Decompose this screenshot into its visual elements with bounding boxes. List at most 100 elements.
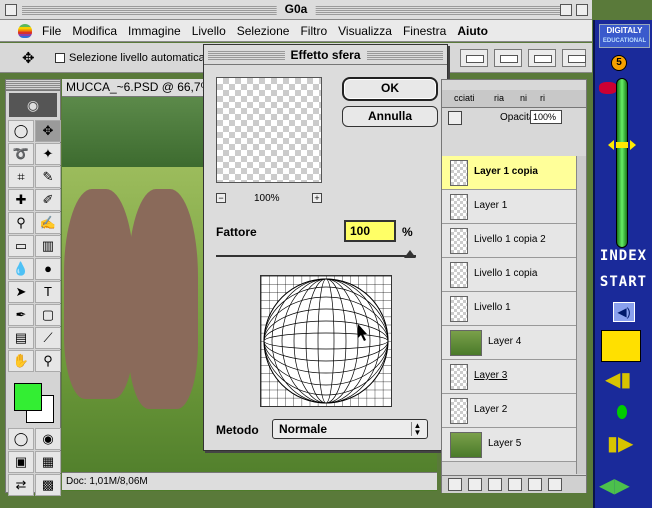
align-top-button[interactable]	[460, 49, 488, 67]
toolbox-header[interactable]	[6, 80, 60, 91]
new-layer-icon[interactable]	[528, 478, 542, 491]
start-button[interactable]: START	[595, 274, 652, 290]
tab-canali[interactable]: ri	[540, 93, 545, 103]
color-swatch-button[interactable]	[601, 330, 641, 362]
eraser-tool-icon[interactable]: ▭	[8, 235, 34, 257]
spherize-grid-svg	[261, 276, 391, 406]
crop-tool-icon[interactable]: ⌗	[8, 166, 34, 188]
layer-row[interactable]: Layer 3	[442, 360, 576, 394]
layer-row[interactable]: Layer 4	[442, 326, 576, 360]
layer-row[interactable]: Livello 1 copia	[442, 258, 576, 292]
marquee-tool-icon[interactable]: ◯	[8, 120, 34, 142]
factor-slider-thumb[interactable]	[404, 250, 416, 258]
history-brush-icon[interactable]: ✍	[35, 212, 61, 234]
zoom-in-button[interactable]: +	[312, 193, 322, 203]
notes-tool-icon[interactable]: ▤	[8, 327, 34, 349]
menu-file[interactable]: File	[42, 24, 61, 38]
tab-azioni[interactable]: ni	[520, 93, 527, 103]
tab-storia[interactable]: ria	[494, 93, 504, 103]
layer-row[interactable]: Layer 1	[442, 190, 576, 224]
factor-input[interactable]: 100	[344, 220, 396, 242]
menu-livello[interactable]: Livello	[192, 24, 226, 38]
hand-tool-icon[interactable]: ✋	[8, 350, 34, 372]
zoom-tool-icon[interactable]: ⚲	[35, 350, 61, 372]
layer-style-icon[interactable]	[448, 478, 462, 491]
layer-row[interactable]: Layer 5	[442, 428, 576, 462]
window-collapse-box[interactable]	[576, 4, 588, 16]
digitaly-logo: DIGITALY EDUCATIONAL	[599, 24, 650, 48]
spherize-grid-preview	[260, 275, 392, 407]
menu-modifica[interactable]: Modifica	[72, 24, 117, 38]
menu-immagine[interactable]: Immagine	[128, 24, 181, 38]
slider-knob-icon[interactable]	[608, 140, 636, 150]
zoom-out-button[interactable]: −	[216, 193, 226, 203]
spherize-dialog: Effetto sfera − 100% + OK Annulla Fattor…	[203, 44, 448, 451]
align-bottom-button[interactable]	[528, 49, 556, 67]
layers-scrollbar[interactable]	[576, 156, 586, 474]
standard-mode-icon[interactable]: ◯	[8, 428, 34, 450]
speaker-icon[interactable]: ◀)	[613, 302, 635, 322]
menu-selezione[interactable]: Selezione	[237, 24, 290, 38]
layer-row[interactable]: Layer 2	[442, 394, 576, 428]
clone-stamp-icon[interactable]: ⚲	[8, 212, 34, 234]
eyedropper-icon[interactable]: ⟋	[35, 327, 61, 349]
quick-mask-icon[interactable]: ◉	[35, 428, 61, 450]
forward-arrow-icon[interactable]: ▮▶	[607, 434, 633, 454]
pen-tool-icon[interactable]: ✒	[8, 304, 34, 326]
type-tool-icon[interactable]: T	[35, 281, 61, 303]
window-close-box[interactable]	[5, 4, 17, 16]
menu-finestra[interactable]: Finestra	[403, 24, 446, 38]
layer-thumbnail	[450, 330, 482, 356]
layer-row[interactable]: Livello 1 copia 2	[442, 224, 576, 258]
align-middle-button[interactable]	[494, 49, 522, 67]
gradient-tool-icon[interactable]: ▥	[35, 235, 61, 257]
volume-slider[interactable]	[616, 78, 628, 248]
lasso-tool-icon[interactable]: ➰	[8, 143, 34, 165]
screen-mode-extra-icon[interactable]: ▩	[35, 474, 61, 496]
align-left-button[interactable]	[562, 49, 586, 67]
dodge-tool-icon[interactable]: ●	[35, 258, 61, 280]
dialog-titlebar[interactable]: Effetto sfera	[204, 45, 447, 65]
ok-button[interactable]: OK	[342, 77, 438, 101]
layer-row[interactable]: Layer 1 copia	[442, 156, 576, 190]
path-selection-icon[interactable]: ➤	[8, 281, 34, 303]
tab-tracciati[interactable]: cciati	[454, 93, 475, 103]
window-titlebar[interactable]: G0a	[0, 0, 592, 20]
layer-thumbnail	[450, 364, 468, 390]
layer-name: Layer 1 copia	[474, 166, 538, 177]
apple-menu-icon[interactable]	[18, 23, 32, 38]
jump-to-imageready-icon[interactable]: ⇄	[8, 474, 34, 496]
method-select[interactable]: Normale ▲ ▼	[272, 419, 428, 439]
blend-mode-dropdown[interactable]	[448, 111, 462, 125]
method-value: Normale	[279, 422, 328, 436]
preview-area[interactable]	[216, 77, 322, 183]
auto-select-checkbox[interactable]	[55, 53, 65, 63]
rewind-arrow-icon[interactable]: ◀▮	[605, 370, 631, 390]
blur-tool-icon[interactable]: 💧	[8, 258, 34, 280]
opacity-input[interactable]: 100%	[530, 110, 562, 124]
window-zoom-box[interactable]	[560, 4, 572, 16]
layer-mask-icon[interactable]	[468, 478, 482, 491]
factor-slider-track[interactable]	[216, 255, 416, 257]
shape-tool-icon[interactable]: ▢	[35, 304, 61, 326]
menu-filtro[interactable]: Filtro	[300, 24, 327, 38]
layer-row[interactable]: Livello 1	[442, 292, 576, 326]
brush-tool-icon[interactable]: ✐	[35, 189, 61, 211]
healing-brush-icon[interactable]: ✚	[8, 189, 34, 211]
photoshop-eye-icon[interactable]: ◉	[9, 93, 57, 117]
new-set-icon[interactable]	[488, 478, 502, 491]
magic-wand-icon[interactable]: ✦	[35, 143, 61, 165]
adjustment-layer-icon[interactable]	[508, 478, 522, 491]
slice-tool-icon[interactable]: ✎	[35, 166, 61, 188]
move-tool-button-icon[interactable]: ✥	[35, 120, 61, 142]
factor-label: Fattore	[216, 225, 257, 239]
prev-next-arrows-icon[interactable]: ◀▶	[599, 476, 630, 496]
index-button[interactable]: INDEX	[595, 248, 652, 264]
menu-visualizza[interactable]: Visualizza	[338, 24, 392, 38]
screen-mode-full-icon[interactable]: ▦	[35, 451, 61, 473]
menu-aiuto[interactable]: Aiuto	[457, 24, 488, 38]
foreground-color-swatch[interactable]	[14, 383, 42, 411]
screen-mode-standard-icon[interactable]: ▣	[8, 451, 34, 473]
trash-icon[interactable]	[548, 478, 562, 491]
cancel-button[interactable]: Annulla	[342, 106, 438, 127]
